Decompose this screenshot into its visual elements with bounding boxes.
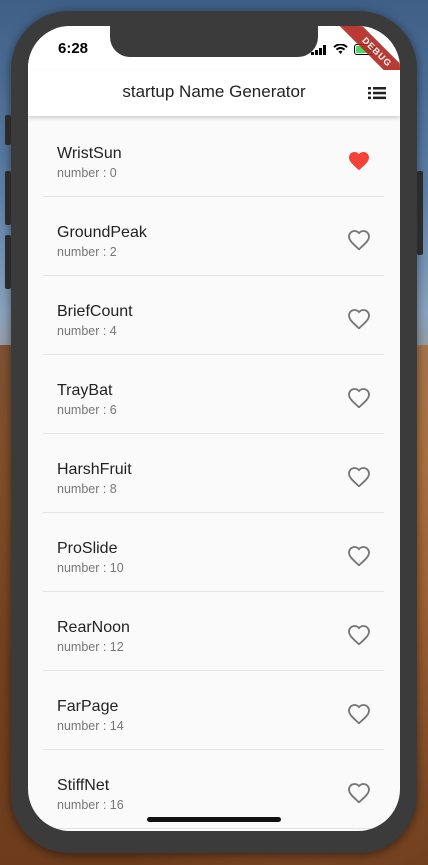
- heart-outline-icon[interactable]: [348, 388, 370, 409]
- heart-outline-icon[interactable]: [348, 467, 370, 488]
- item-subtitle: number : 2: [57, 245, 117, 259]
- name-list: WristSun number : 0 GroundPeak number : 2 Br…: [43, 118, 384, 829]
- heart-outline-icon[interactable]: [348, 546, 370, 567]
- status-bar: 6:28 DEBUG: [28, 26, 400, 90]
- list-item[interactable]: FarPage number : 14: [43, 671, 384, 750]
- wifi-icon: [333, 42, 348, 60]
- signal-icon: [311, 42, 327, 60]
- mute-switch: [5, 115, 11, 145]
- item-title: FarPage: [57, 698, 119, 715]
- heart-outline-icon[interactable]: [348, 230, 370, 251]
- home-indicator: [147, 817, 281, 822]
- list-item[interactable]: WristSun number : 0: [43, 118, 384, 197]
- item-title: HarshFruit: [57, 461, 132, 478]
- app-bar: startup Name Generator: [28, 70, 400, 116]
- item-title: WristSun: [57, 145, 122, 162]
- item-title: GroundPeak: [57, 224, 147, 241]
- list-item[interactable]: ProSlide number : 10: [43, 513, 384, 592]
- item-title: TrayBat: [57, 382, 113, 399]
- item-subtitle: number : 4: [57, 324, 117, 338]
- heart-outline-icon[interactable]: [348, 625, 370, 646]
- volume-up-button: [5, 171, 11, 225]
- app-screen: 6:28 DEBUG startup Name Generator WristS…: [28, 26, 400, 831]
- item-title: ProSlide: [57, 540, 118, 557]
- heart-outline-icon[interactable]: [348, 783, 370, 804]
- item-subtitle: number : 16: [57, 798, 124, 812]
- item-title: RearNoon: [57, 619, 130, 636]
- notch: [110, 26, 318, 57]
- item-title: StiffNet: [57, 777, 110, 794]
- volume-down-button: [5, 235, 11, 289]
- list-item[interactable]: TrayBat number : 6: [43, 355, 384, 434]
- heart-outline-icon[interactable]: [348, 309, 370, 330]
- list-icon: [368, 87, 386, 100]
- item-subtitle: number : 0: [57, 166, 117, 180]
- list-item[interactable]: GroundPeak number : 2: [43, 197, 384, 276]
- item-title: BriefCount: [57, 303, 133, 320]
- saved-list-button[interactable]: [368, 85, 386, 101]
- item-subtitle: number : 10: [57, 561, 124, 575]
- status-time: 6:28: [58, 40, 89, 57]
- favorite-heart-icon[interactable]: [348, 151, 370, 171]
- item-subtitle: number : 12: [57, 640, 124, 654]
- heart-outline-icon[interactable]: [348, 704, 370, 725]
- list-item[interactable]: BriefCount number : 4: [43, 276, 384, 355]
- item-subtitle: number : 8: [57, 482, 117, 496]
- app-title: startup Name Generator: [122, 82, 306, 101]
- item-subtitle: number : 14: [57, 719, 124, 733]
- item-subtitle: number : 6: [57, 403, 117, 417]
- power-button: [417, 171, 423, 255]
- list-item[interactable]: HarshFruit number : 8: [43, 434, 384, 513]
- list-item[interactable]: RearNoon number : 12: [43, 592, 384, 671]
